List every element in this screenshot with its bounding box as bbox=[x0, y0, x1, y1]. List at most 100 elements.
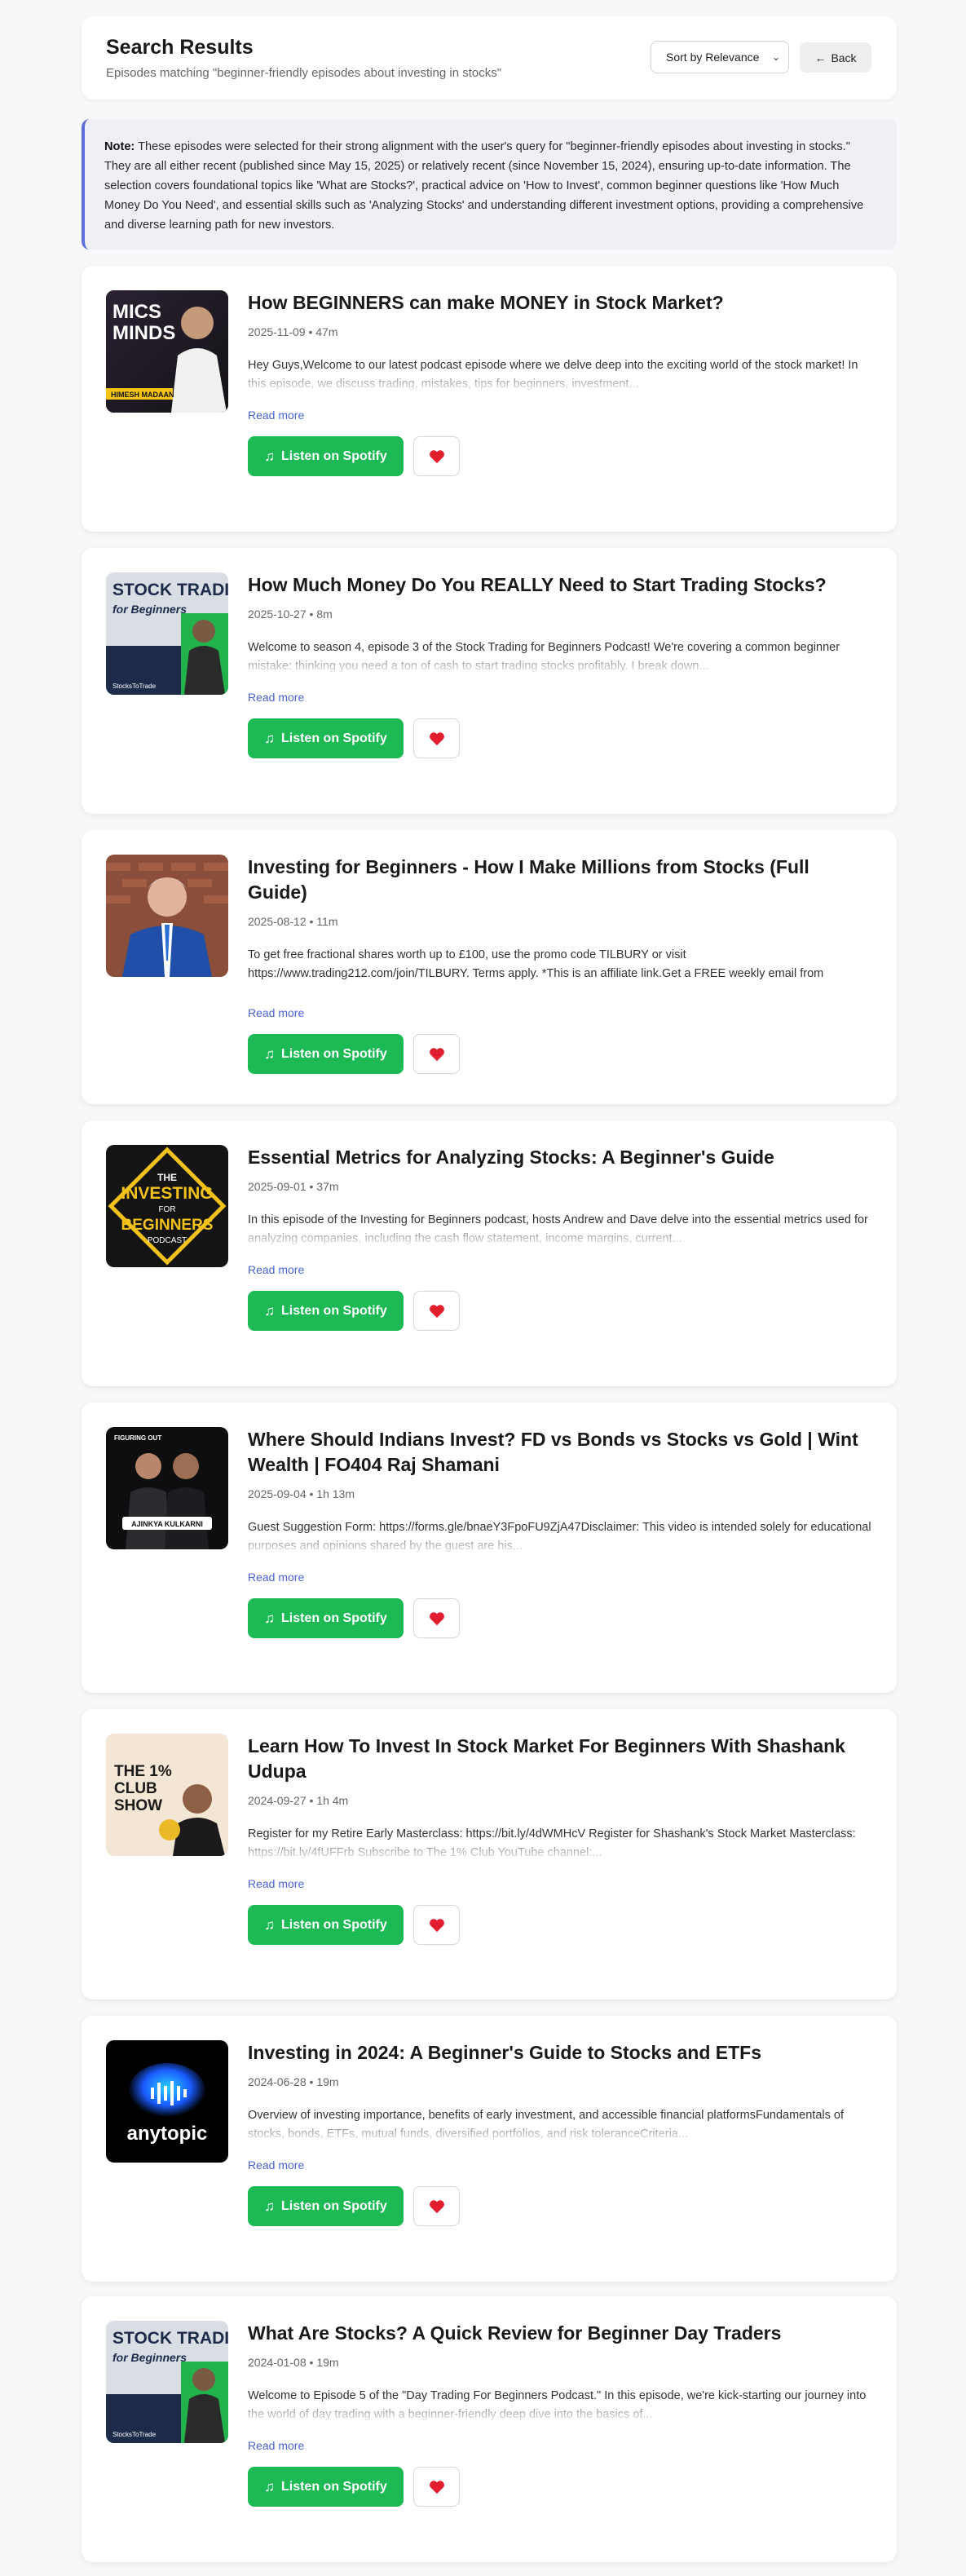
favorite-button[interactable] bbox=[413, 436, 460, 476]
heart-icon bbox=[429, 1304, 444, 1318]
episode-meta: 2025-11-09 • 47m bbox=[248, 325, 338, 338]
listen-on-spotify-button[interactable]: ♫ Listen on Spotify bbox=[248, 2186, 404, 2226]
episode-title[interactable]: Investing in 2024: A Beginner's Guide to… bbox=[248, 2040, 872, 2066]
episode-card: THE 1% CLUB SHOW Learn How To Invest In … bbox=[82, 1709, 897, 1999]
episode-title[interactable]: Investing for Beginners - How I Make Mil… bbox=[248, 855, 872, 905]
episode-thumbnail[interactable]: STOCK TRADING for Beginners StocksToTrad… bbox=[106, 2321, 228, 2443]
episode-thumbnail[interactable]: anytopic bbox=[106, 2040, 228, 2163]
listen-on-spotify-button[interactable]: ♫ Listen on Spotify bbox=[248, 1034, 404, 1074]
svg-text:PODCAST: PODCAST bbox=[148, 1236, 187, 1245]
episode-title[interactable]: What Are Stocks? A Quick Review for Begi… bbox=[248, 2321, 872, 2346]
episode-thumbnail[interactable]: FIGURING OUT AJINKYA KULKARNI bbox=[106, 1427, 228, 1549]
results-header: Search Results Episodes matching "beginn… bbox=[82, 16, 897, 99]
music-note-icon: ♫ bbox=[264, 2478, 275, 2494]
episode-title[interactable]: Where Should Indians Invest? FD vs Bonds… bbox=[248, 1427, 872, 1478]
listen-on-spotify-button[interactable]: ♫ Listen on Spotify bbox=[248, 1598, 404, 1638]
episode-meta: 2024-01-08 • 19m bbox=[248, 2356, 339, 2369]
svg-text:THE: THE bbox=[157, 1172, 177, 1183]
svg-text:AJINKYA KULKARNI: AJINKYA KULKARNI bbox=[131, 1520, 203, 1528]
episode-thumbnail[interactable]: STOCK TRADING for Beginners StocksToTrad… bbox=[106, 572, 228, 695]
music-note-icon: ♫ bbox=[264, 1302, 275, 1319]
episode-meta: 2025-08-12 • 11m bbox=[248, 915, 338, 928]
listen-on-spotify-button[interactable]: ♫ Listen on Spotify bbox=[248, 1291, 404, 1331]
svg-text:for Beginners: for Beginners bbox=[112, 2351, 187, 2364]
episode-card: STOCK TRADING for Beginners StocksToTrad… bbox=[82, 548, 897, 814]
chevron-down-icon: ⌄ bbox=[771, 51, 780, 63]
svg-text:StocksToTrade: StocksToTrade bbox=[112, 2431, 157, 2438]
svg-text:HIMESH MADAAN: HIMESH MADAAN bbox=[111, 391, 174, 399]
episode-title[interactable]: How BEGINNERS can make MONEY in Stock Ma… bbox=[248, 290, 872, 316]
read-more-link[interactable]: Read more bbox=[248, 1006, 872, 1019]
svg-text:BEGINNERS: BEGINNERS bbox=[121, 1217, 214, 1234]
episode-meta: 2025-09-01 • 37m bbox=[248, 1180, 339, 1193]
episode-meta: 2025-10-27 • 8m bbox=[248, 608, 333, 621]
favorite-button[interactable] bbox=[413, 1905, 460, 1945]
favorite-button[interactable] bbox=[413, 1598, 460, 1638]
svg-text:FOR: FOR bbox=[158, 1205, 175, 1214]
read-more-link[interactable]: Read more bbox=[248, 2439, 872, 2452]
episode-meta: 2024-06-28 • 19m bbox=[248, 2075, 339, 2088]
episode-description: In this episode of the Investing for Beg… bbox=[248, 1211, 872, 1248]
episode-card: anytopic Investing in 2024: A Beginner's… bbox=[82, 2016, 897, 2282]
episode-title[interactable]: Essential Metrics for Analyzing Stocks: … bbox=[248, 1145, 872, 1170]
listen-label: Listen on Spotify bbox=[280, 2479, 387, 2494]
music-note-icon: ♫ bbox=[264, 2198, 275, 2214]
episode-description: To get free fractional shares worth up t… bbox=[248, 948, 824, 980]
sort-select[interactable]: Sort by Relevance ⌄ bbox=[651, 41, 789, 73]
selection-note: Note: These episodes were selected for t… bbox=[82, 119, 897, 250]
episode-thumbnail[interactable] bbox=[106, 855, 228, 977]
listen-label: Listen on Spotify bbox=[280, 1611, 387, 1625]
heart-icon bbox=[429, 2480, 444, 2494]
listen-label: Listen on Spotify bbox=[280, 2198, 387, 2213]
svg-text:THE 1%: THE 1% bbox=[114, 1763, 172, 1780]
heart-icon bbox=[429, 1611, 444, 1625]
listen-label: Listen on Spotify bbox=[280, 1046, 387, 1061]
read-more-link[interactable]: Read more bbox=[248, 691, 872, 704]
read-more-link[interactable]: Read more bbox=[248, 1877, 872, 1890]
favorite-button[interactable] bbox=[413, 718, 460, 758]
svg-text:INVESTING: INVESTING bbox=[121, 1184, 213, 1203]
svg-text:SHOW: SHOW bbox=[114, 1797, 162, 1814]
episode-description: Welcome to Episode 5 of the "Day Trading… bbox=[248, 2387, 872, 2424]
svg-text:STOCK TRADING: STOCK TRADING bbox=[112, 581, 228, 599]
episode-title[interactable]: How Much Money Do You REALLY Need to Sta… bbox=[248, 572, 872, 598]
favorite-button[interactable] bbox=[413, 1291, 460, 1331]
episode-description: Overview of investing importance, benefi… bbox=[248, 2106, 872, 2144]
listen-on-spotify-button[interactable]: ♫ Listen on Spotify bbox=[248, 2467, 404, 2507]
read-more-link[interactable]: Read more bbox=[248, 2158, 872, 2172]
page-subtitle: Episodes matching "beginner-friendly epi… bbox=[106, 66, 502, 80]
note-label: Note: bbox=[104, 140, 135, 153]
svg-text:FIGURING OUT: FIGURING OUT bbox=[114, 1434, 161, 1442]
read-more-link[interactable]: Read more bbox=[248, 1571, 872, 1584]
svg-text:STOCK TRADING: STOCK TRADING bbox=[112, 2329, 228, 2348]
listen-label: Listen on Spotify bbox=[280, 1917, 387, 1932]
episode-description: Guest Suggestion Form: https://forms.gle… bbox=[248, 1518, 872, 1556]
episode-thumbnail[interactable]: THE 1% CLUB SHOW bbox=[106, 1734, 228, 1856]
episode-meta: 2025-09-04 • 1h 13m bbox=[248, 1487, 355, 1500]
page-title: Search Results bbox=[106, 36, 254, 59]
listen-label: Listen on Spotify bbox=[280, 731, 387, 745]
listen-on-spotify-button[interactable]: ♫ Listen on Spotify bbox=[248, 436, 404, 476]
favorite-button[interactable] bbox=[413, 2467, 460, 2507]
read-more-link[interactable]: Read more bbox=[248, 1263, 872, 1276]
svg-text:StocksToTrade: StocksToTrade bbox=[112, 683, 157, 690]
svg-text:anytopic: anytopic bbox=[127, 2123, 208, 2145]
svg-text:for Beginners: for Beginners bbox=[112, 603, 187, 616]
episode-description: Welcome to season 4, episode 3 of the St… bbox=[248, 638, 872, 676]
heart-icon bbox=[429, 1918, 444, 1932]
favorite-button[interactable] bbox=[413, 1034, 460, 1074]
listen-on-spotify-button[interactable]: ♫ Listen on Spotify bbox=[248, 718, 404, 758]
episode-description: Register for my Retire Early Masterclass… bbox=[248, 1825, 872, 1862]
music-note-icon: ♫ bbox=[264, 1045, 275, 1062]
svg-text:MICS: MICS bbox=[112, 301, 161, 323]
arrow-left-icon: ← bbox=[814, 51, 827, 64]
episode-thumbnail[interactable]: HIMESH MADAAN MICS MINDS bbox=[106, 290, 228, 413]
listen-on-spotify-button[interactable]: ♫ Listen on Spotify bbox=[248, 1905, 404, 1945]
favorite-button[interactable] bbox=[413, 2186, 460, 2226]
episode-thumbnail[interactable]: THE INVESTING FOR BEGINNERS PODCAST bbox=[106, 1145, 228, 1267]
music-note-icon: ♫ bbox=[264, 730, 275, 746]
read-more-link[interactable]: Read more bbox=[248, 409, 872, 422]
episode-title[interactable]: Learn How To Invest In Stock Market For … bbox=[248, 1734, 872, 1784]
music-note-icon: ♫ bbox=[264, 1610, 275, 1626]
back-button[interactable]: ← Back bbox=[800, 42, 871, 73]
